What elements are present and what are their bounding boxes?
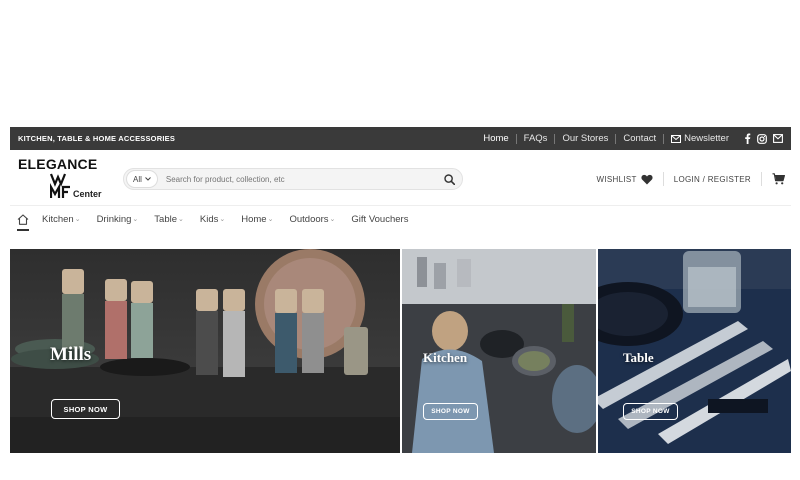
nav-item-home[interactable]: Home ⌄: [233, 214, 281, 225]
tile-label-table: Table: [623, 350, 654, 365]
chevron-down-icon: ⌄: [329, 216, 336, 223]
facebook-icon[interactable]: [744, 133, 751, 144]
top-link-faqs[interactable]: FAQs: [515, 133, 555, 144]
top-bar: KITCHEN, TABLE & HOME ACCESSORIES Home F…: [10, 127, 791, 150]
header-actions: WISHLIST LOGIN / REGISTER: [587, 170, 785, 188]
top-nav: Home FAQs Our Stores Contact Newsletter: [476, 133, 783, 144]
login-register-link[interactable]: LOGIN / REGISTER: [664, 175, 761, 184]
heart-icon: [641, 174, 653, 184]
nav-item-label: Table: [154, 213, 178, 225]
top-link-home[interactable]: Home: [476, 133, 515, 144]
shop-now-button-kitchen[interactable]: SHOP NOW: [423, 403, 478, 420]
nav-item-label: Kitchen: [42, 213, 74, 225]
search-bar: All: [123, 168, 463, 190]
wishlist-link[interactable]: WISHLIST: [587, 174, 663, 185]
newsletter-label: Newsletter: [684, 132, 729, 144]
nav-item-drinking[interactable]: Drinking ⌄: [89, 214, 147, 225]
cart-icon: [772, 173, 785, 185]
top-link-contact[interactable]: Contact: [615, 133, 663, 144]
wmf-logo-mark: [50, 173, 70, 198]
tile-label-mills: Mills: [50, 344, 92, 365]
home-icon: [17, 213, 29, 225]
shop-now-button-mills[interactable]: SHOP NOW: [51, 399, 120, 419]
shop-now-button-table[interactable]: SHOP NOW: [623, 403, 678, 420]
wishlist-label: WISHLIST: [596, 174, 637, 184]
chevron-down-icon: ⌄: [178, 216, 184, 223]
nav-home-button[interactable]: [12, 213, 34, 231]
logo-brand: ELEGANCE: [18, 156, 98, 172]
cart-button[interactable]: [762, 173, 785, 185]
hero-tile-table[interactable]: Table SHOP NOW: [598, 249, 791, 453]
tile-label-kitchen: Kitchen: [423, 350, 468, 365]
nav-item-label: Drinking: [96, 213, 132, 225]
tagline: KITCHEN, TABLE & HOME ACCESSORIES: [18, 134, 176, 143]
envelope-icon: [671, 134, 682, 143]
search-button[interactable]: [440, 173, 458, 185]
chevron-down-icon: ⌄: [219, 216, 226, 223]
main-header: ELEGANCE Center All WISHLIST: [10, 150, 791, 206]
hero-tile-mills[interactable]: Mills SHOP NOW: [10, 249, 400, 453]
social-links: [736, 133, 783, 144]
nav-item-outdoors[interactable]: Outdoors ⌄: [281, 214, 343, 225]
nav-item-table[interactable]: Table ⌄: [146, 214, 192, 225]
logo-sub: Center: [73, 189, 102, 199]
search-input[interactable]: [157, 174, 440, 184]
email-icon[interactable]: [773, 134, 783, 143]
login-register-label: LOGIN / REGISTER: [673, 174, 751, 184]
nav-item-label: Home: [241, 213, 267, 225]
hero-tile-kitchen[interactable]: Kitchen SHOP NOW: [402, 249, 596, 453]
search-category-select[interactable]: All: [126, 170, 158, 188]
chevron-down-icon: ⌄: [132, 216, 139, 223]
search-category-value: All: [133, 174, 142, 184]
category-nav: Kitchen ⌄ Drinking ⌄ Table ⌄ Kids ⌄ Home ⌄ Ou…: [10, 207, 791, 231]
nav-item-label: Gift Vouchers: [351, 213, 409, 225]
nav-item-gift-vouchers[interactable]: Gift Vouchers: [343, 214, 416, 225]
nav-item-kids[interactable]: Kids ⌄: [192, 214, 233, 225]
chevron-down-icon: ⌄: [74, 216, 81, 223]
instagram-icon[interactable]: [757, 133, 767, 144]
top-link-our-stores[interactable]: Our Stores: [554, 133, 615, 144]
chevron-down-icon: [145, 177, 151, 181]
site-logo[interactable]: ELEGANCE Center: [18, 156, 114, 202]
chevron-down-icon: ⌄: [267, 216, 274, 223]
nav-item-kitchen[interactable]: Kitchen ⌄: [34, 214, 89, 225]
nav-item-label: Outdoors: [289, 213, 329, 225]
search-icon: [443, 173, 455, 185]
newsletter-link[interactable]: Newsletter: [663, 132, 736, 144]
page: KITCHEN, TABLE & HOME ACCESSORIES Home F…: [0, 0, 800, 480]
nav-item-label: Kids: [199, 213, 219, 225]
